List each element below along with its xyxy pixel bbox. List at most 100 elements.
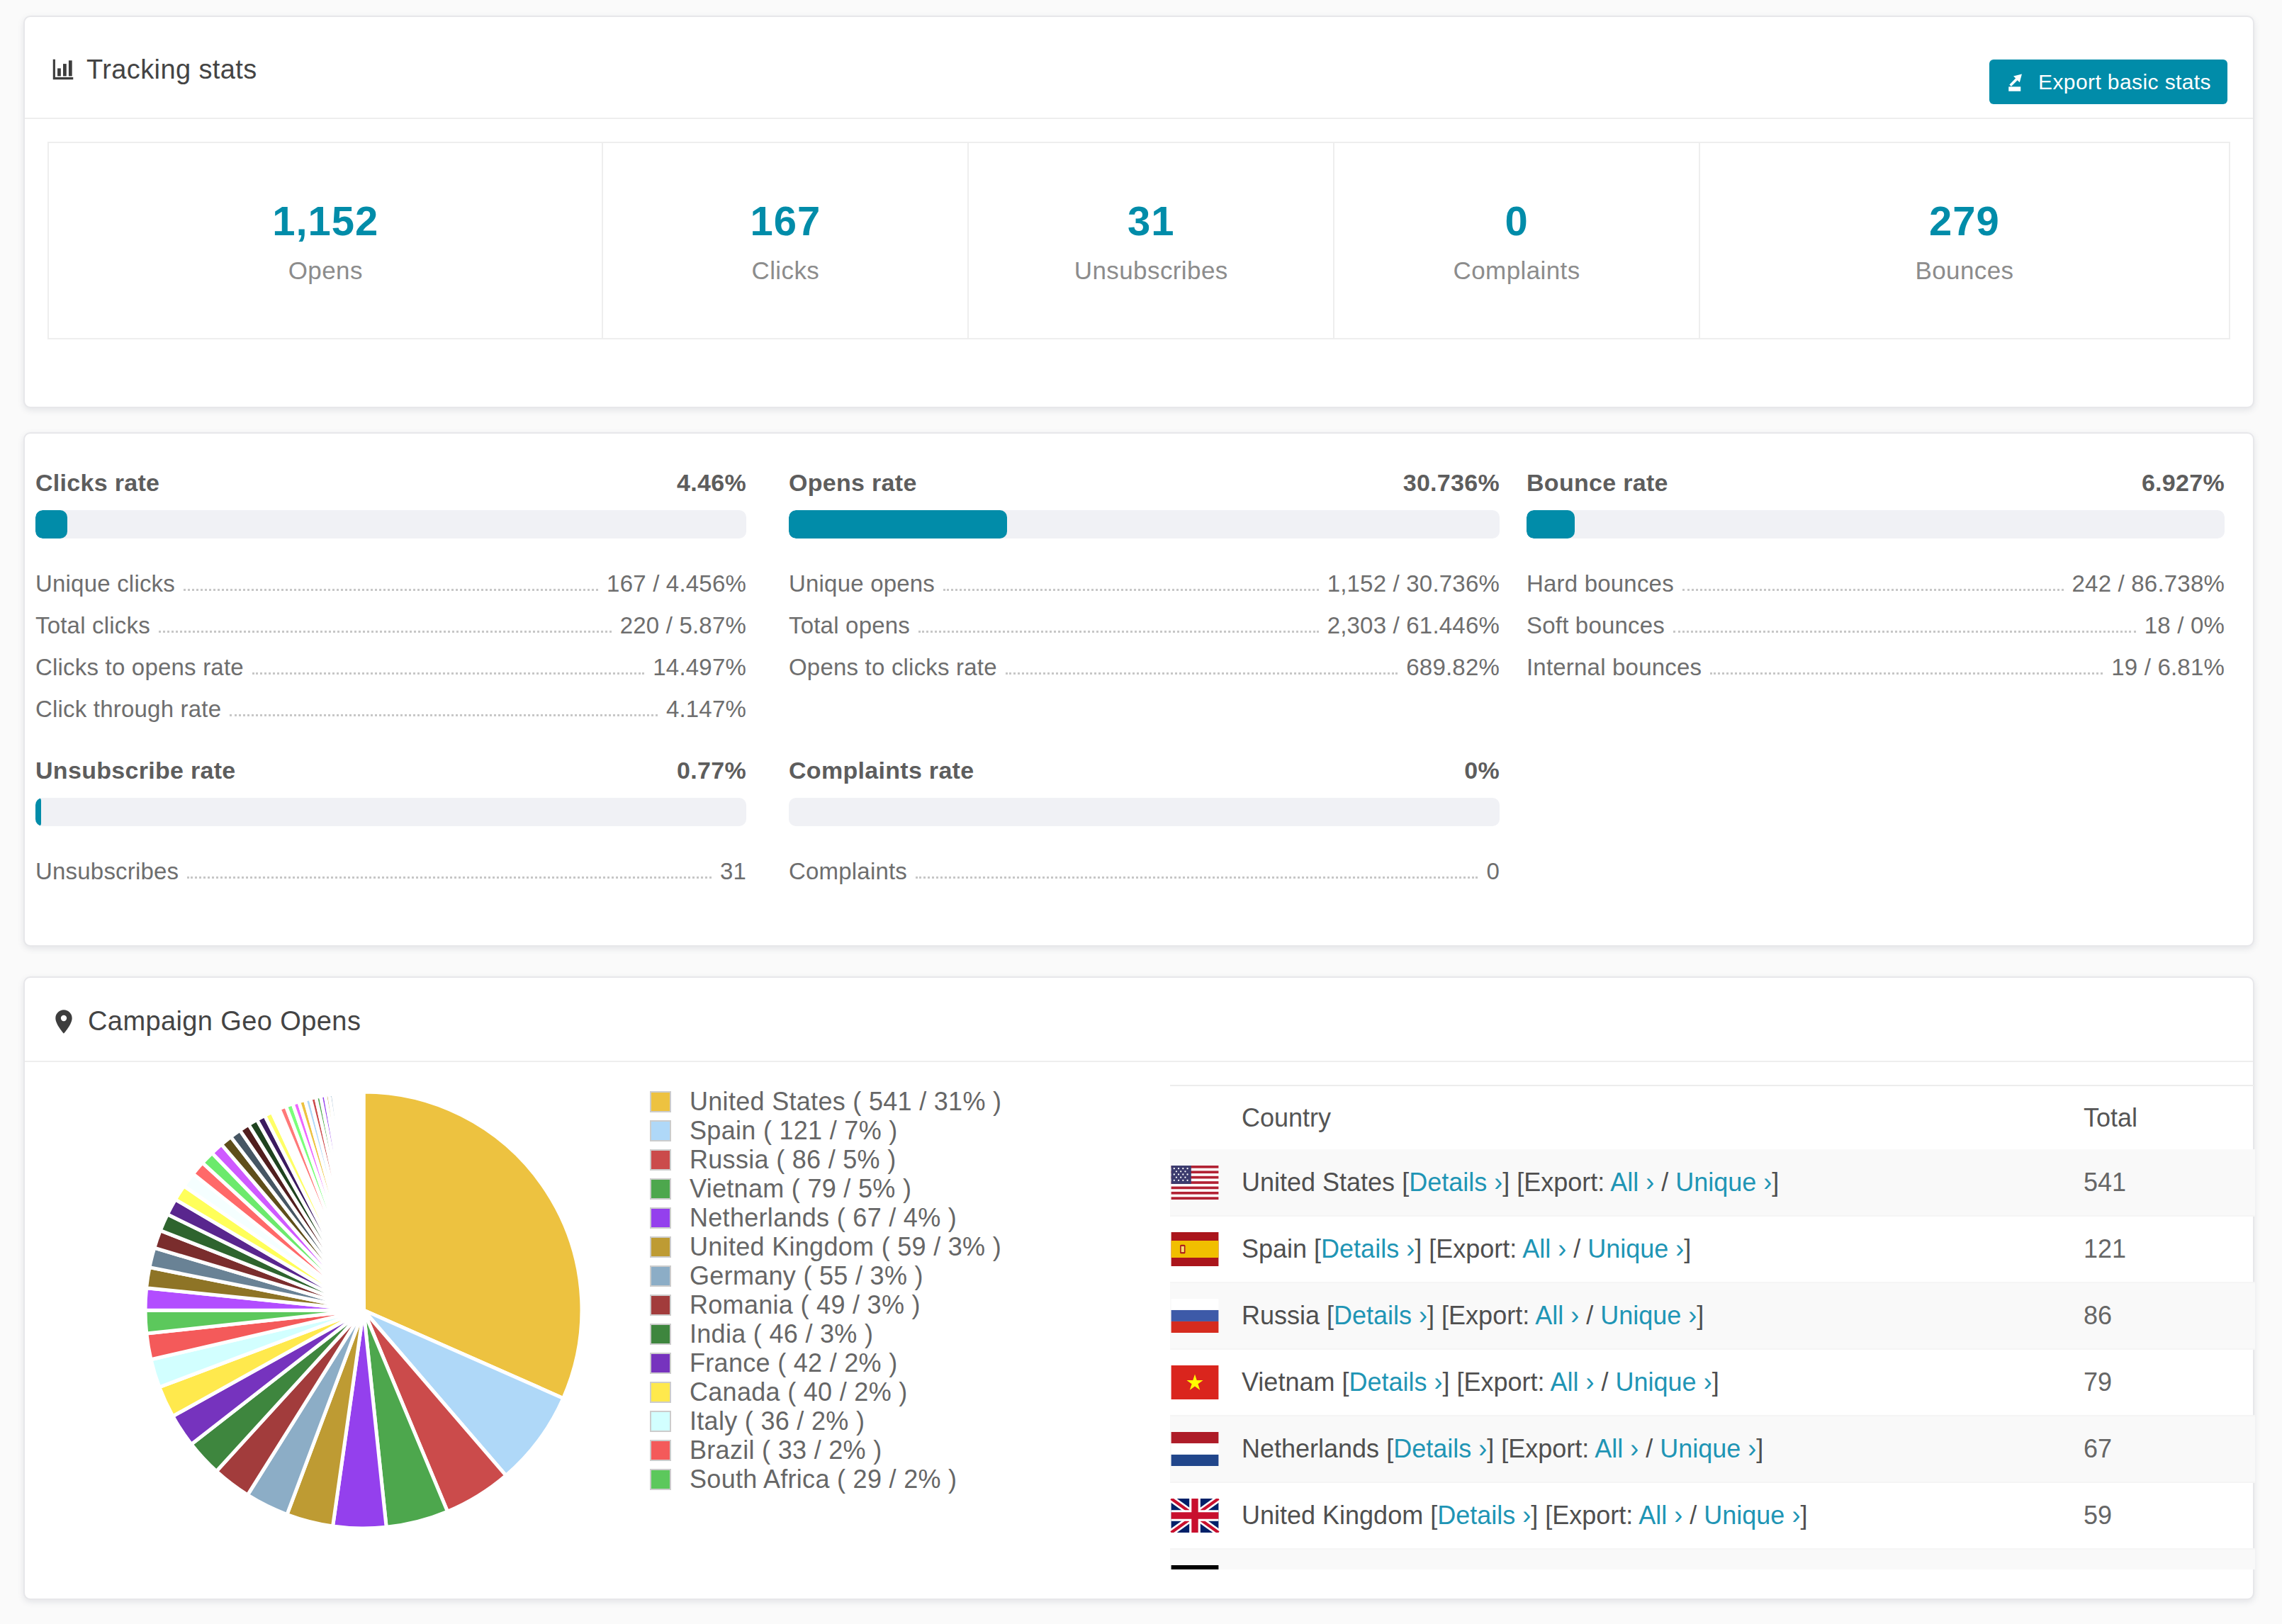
rate-row-value: 4.147% bbox=[666, 696, 746, 723]
geo-opens-header: Campaign Geo Opens bbox=[25, 978, 2253, 1062]
country-name: Germany bbox=[1242, 1567, 1347, 1569]
details-link[interactable]: Details › bbox=[1361, 1567, 1454, 1569]
rate-title: Unsubscribe rate bbox=[35, 755, 236, 785]
export-all-link[interactable]: All › bbox=[1535, 1301, 1579, 1330]
export-unique-link[interactable]: Unique › bbox=[1616, 1368, 1712, 1397]
geo-opens-title: Campaign Geo Opens bbox=[88, 1006, 361, 1037]
rate-progress-fill bbox=[1527, 510, 1575, 538]
dotted-leader bbox=[1006, 672, 1398, 675]
geo-table-row-vn: Vietnam [Details ›] [Export: All › / Uni… bbox=[1170, 1349, 2255, 1416]
stat-box-opens: 1,152Opens bbox=[49, 143, 602, 338]
country-name: United States bbox=[1242, 1168, 1395, 1197]
rate-row: Total clicks220 / 5.87% bbox=[35, 604, 746, 646]
legend-label: United States ( 541 / 31% ) bbox=[690, 1087, 1001, 1117]
legend-item-italy: Italy ( 36 / 2% ) bbox=[650, 1409, 1001, 1433]
rate-title: Opens rate bbox=[789, 468, 917, 497]
details-link[interactable]: Details › bbox=[1334, 1301, 1427, 1330]
rate-value: 6.927% bbox=[2142, 468, 2225, 497]
rate-block-opens-rate: Opens rate30.736%Unique opens1,152 / 30.… bbox=[789, 468, 1500, 730]
export-all-link[interactable]: All › bbox=[1639, 1501, 1682, 1530]
rate-row-value: 1,152 / 30.736% bbox=[1327, 570, 1500, 597]
legend-swatch bbox=[650, 1324, 671, 1345]
export-unique-link[interactable]: Unique › bbox=[1600, 1301, 1697, 1330]
legend-item-netherlands: Netherlands ( 67 / 4% ) bbox=[650, 1206, 1001, 1230]
geo-opens-card: Campaign Geo Opens United States ( 541 /… bbox=[23, 976, 2254, 1600]
legend-item-vietnam: Vietnam ( 79 / 5% ) bbox=[650, 1177, 1001, 1201]
stat-label: Complaints bbox=[1334, 256, 1699, 285]
rate-row: Click through rate4.147% bbox=[35, 688, 746, 730]
legend-item-brazil: Brazil ( 33 / 2% ) bbox=[650, 1438, 1001, 1462]
dotted-leader bbox=[1682, 589, 2064, 591]
rate-row: Opens to clicks rate689.82% bbox=[789, 646, 1500, 688]
export-basic-stats-button[interactable]: Export basic stats bbox=[1989, 60, 2227, 104]
country-total: 79 bbox=[2084, 1349, 2255, 1416]
rate-title: Bounce rate bbox=[1527, 468, 1668, 497]
rate-row: Hard bounces 242 / 86.738% bbox=[1527, 563, 2225, 604]
country-name: Vietnam bbox=[1242, 1368, 1334, 1397]
rate-row-value: 2,303 / 61.446% bbox=[1327, 612, 1500, 639]
rate-block-unsubscribe-rate: Unsubscribe rate0.77%Unsubscribes31 bbox=[35, 755, 746, 892]
geo-pie-chart[interactable] bbox=[142, 1088, 585, 1532]
geo-table-header-country: Country bbox=[1242, 1086, 2084, 1149]
geo-table-row-de: Germany [Details ›] [Export: All › / Uni… bbox=[1170, 1549, 2255, 1569]
legend-label: South Africa ( 29 / 2% ) bbox=[690, 1465, 957, 1494]
country-name: United Kingdom bbox=[1242, 1501, 1423, 1530]
rate-row-value: 220 / 5.87% bbox=[620, 612, 746, 639]
map-pin-icon bbox=[50, 1008, 78, 1036]
details-link[interactable]: Details › bbox=[1321, 1234, 1415, 1263]
details-link[interactable]: Details › bbox=[1393, 1434, 1487, 1463]
country-flag-vn-icon bbox=[1170, 1349, 1242, 1416]
export-all-link[interactable]: All › bbox=[1610, 1168, 1654, 1197]
dotted-leader bbox=[184, 589, 598, 591]
stat-value: 31 bbox=[969, 197, 1333, 245]
legend-label: Germany ( 55 / 3% ) bbox=[690, 1261, 923, 1291]
rate-progress-fill bbox=[35, 798, 41, 826]
export-all-link[interactable]: All › bbox=[1551, 1368, 1595, 1397]
rate-block-bounce-rate: Bounce rate 6.927% Hard bounces 242 / 86.73… bbox=[1527, 468, 2225, 730]
details-link[interactable]: Details › bbox=[1409, 1168, 1502, 1197]
rate-row: Complaints0 bbox=[789, 850, 1500, 892]
legend-item-united-kingdom: United Kingdom ( 59 / 3% ) bbox=[650, 1235, 1001, 1259]
legend-label: Brazil ( 33 / 2% ) bbox=[690, 1436, 882, 1465]
legend-item-russia: Russia ( 86 / 5% ) bbox=[650, 1148, 1001, 1172]
export-unique-link[interactable]: Unique › bbox=[1660, 1434, 1756, 1463]
rates-card: Clicks rate4.46%Unique clicks167 / 4.456… bbox=[23, 432, 2254, 947]
export-unique-link[interactable]: Unique › bbox=[1675, 1168, 1772, 1197]
rate-row-value: 19 / 6.81% bbox=[2111, 654, 2225, 681]
rate-row-value: 242 / 86.738% bbox=[2072, 570, 2225, 597]
rate-progress-fill bbox=[35, 510, 67, 538]
rate-row-label: Clicks to opens rate bbox=[35, 654, 244, 681]
export-icon bbox=[2006, 70, 2030, 94]
country-flag-us-icon bbox=[1170, 1149, 1242, 1216]
rate-row: Total opens2,303 / 61.446% bbox=[789, 604, 1500, 646]
legend-swatch bbox=[650, 1265, 671, 1287]
export-unique-link[interactable]: Unique › bbox=[1627, 1567, 1724, 1569]
export-all-link[interactable]: All › bbox=[1595, 1434, 1639, 1463]
export-unique-link[interactable]: Unique › bbox=[1587, 1234, 1684, 1263]
details-link[interactable]: Details › bbox=[1437, 1501, 1531, 1530]
rate-value: 4.46% bbox=[677, 468, 746, 497]
pie-slice-other[interactable] bbox=[363, 1092, 364, 1310]
legend-label: United Kingdom ( 59 / 3% ) bbox=[690, 1232, 1001, 1262]
rate-row-label: Unique opens bbox=[789, 570, 935, 597]
export-all-link[interactable]: All › bbox=[1562, 1567, 1606, 1569]
rate-block-complaints-rate: Complaints rate0%Complaints0 bbox=[789, 755, 1500, 892]
rate-row-label: Complaints bbox=[789, 858, 907, 885]
stat-box-complaints: 0Complaints bbox=[1333, 143, 1699, 338]
rate-progress-bar bbox=[35, 510, 746, 538]
rate-row: Clicks to opens rate14.497% bbox=[35, 646, 746, 688]
country-total: 541 bbox=[2084, 1149, 2255, 1216]
rate-row-label: Soft bounces bbox=[1527, 612, 1665, 639]
dotted-leader bbox=[943, 589, 1319, 591]
legend-item-india: India ( 46 / 3% ) bbox=[650, 1322, 1001, 1346]
stat-box-bounces: 279Bounces bbox=[1699, 143, 2229, 338]
details-link[interactable]: Details › bbox=[1349, 1368, 1442, 1397]
legend-item-south-africa: South Africa ( 29 / 2% ) bbox=[650, 1467, 1001, 1492]
rate-row: Unsubscribes31 bbox=[35, 850, 746, 892]
country-flag-nl-icon bbox=[1170, 1416, 1242, 1482]
rate-row-label: Hard bounces bbox=[1527, 570, 1674, 597]
stats-summary-row: 1,152Opens167Clicks31Unsubscribes0Compla… bbox=[47, 142, 2230, 339]
export-all-link[interactable]: All › bbox=[1522, 1234, 1566, 1263]
export-unique-link[interactable]: Unique › bbox=[1704, 1501, 1800, 1530]
legend-swatch bbox=[650, 1382, 671, 1403]
